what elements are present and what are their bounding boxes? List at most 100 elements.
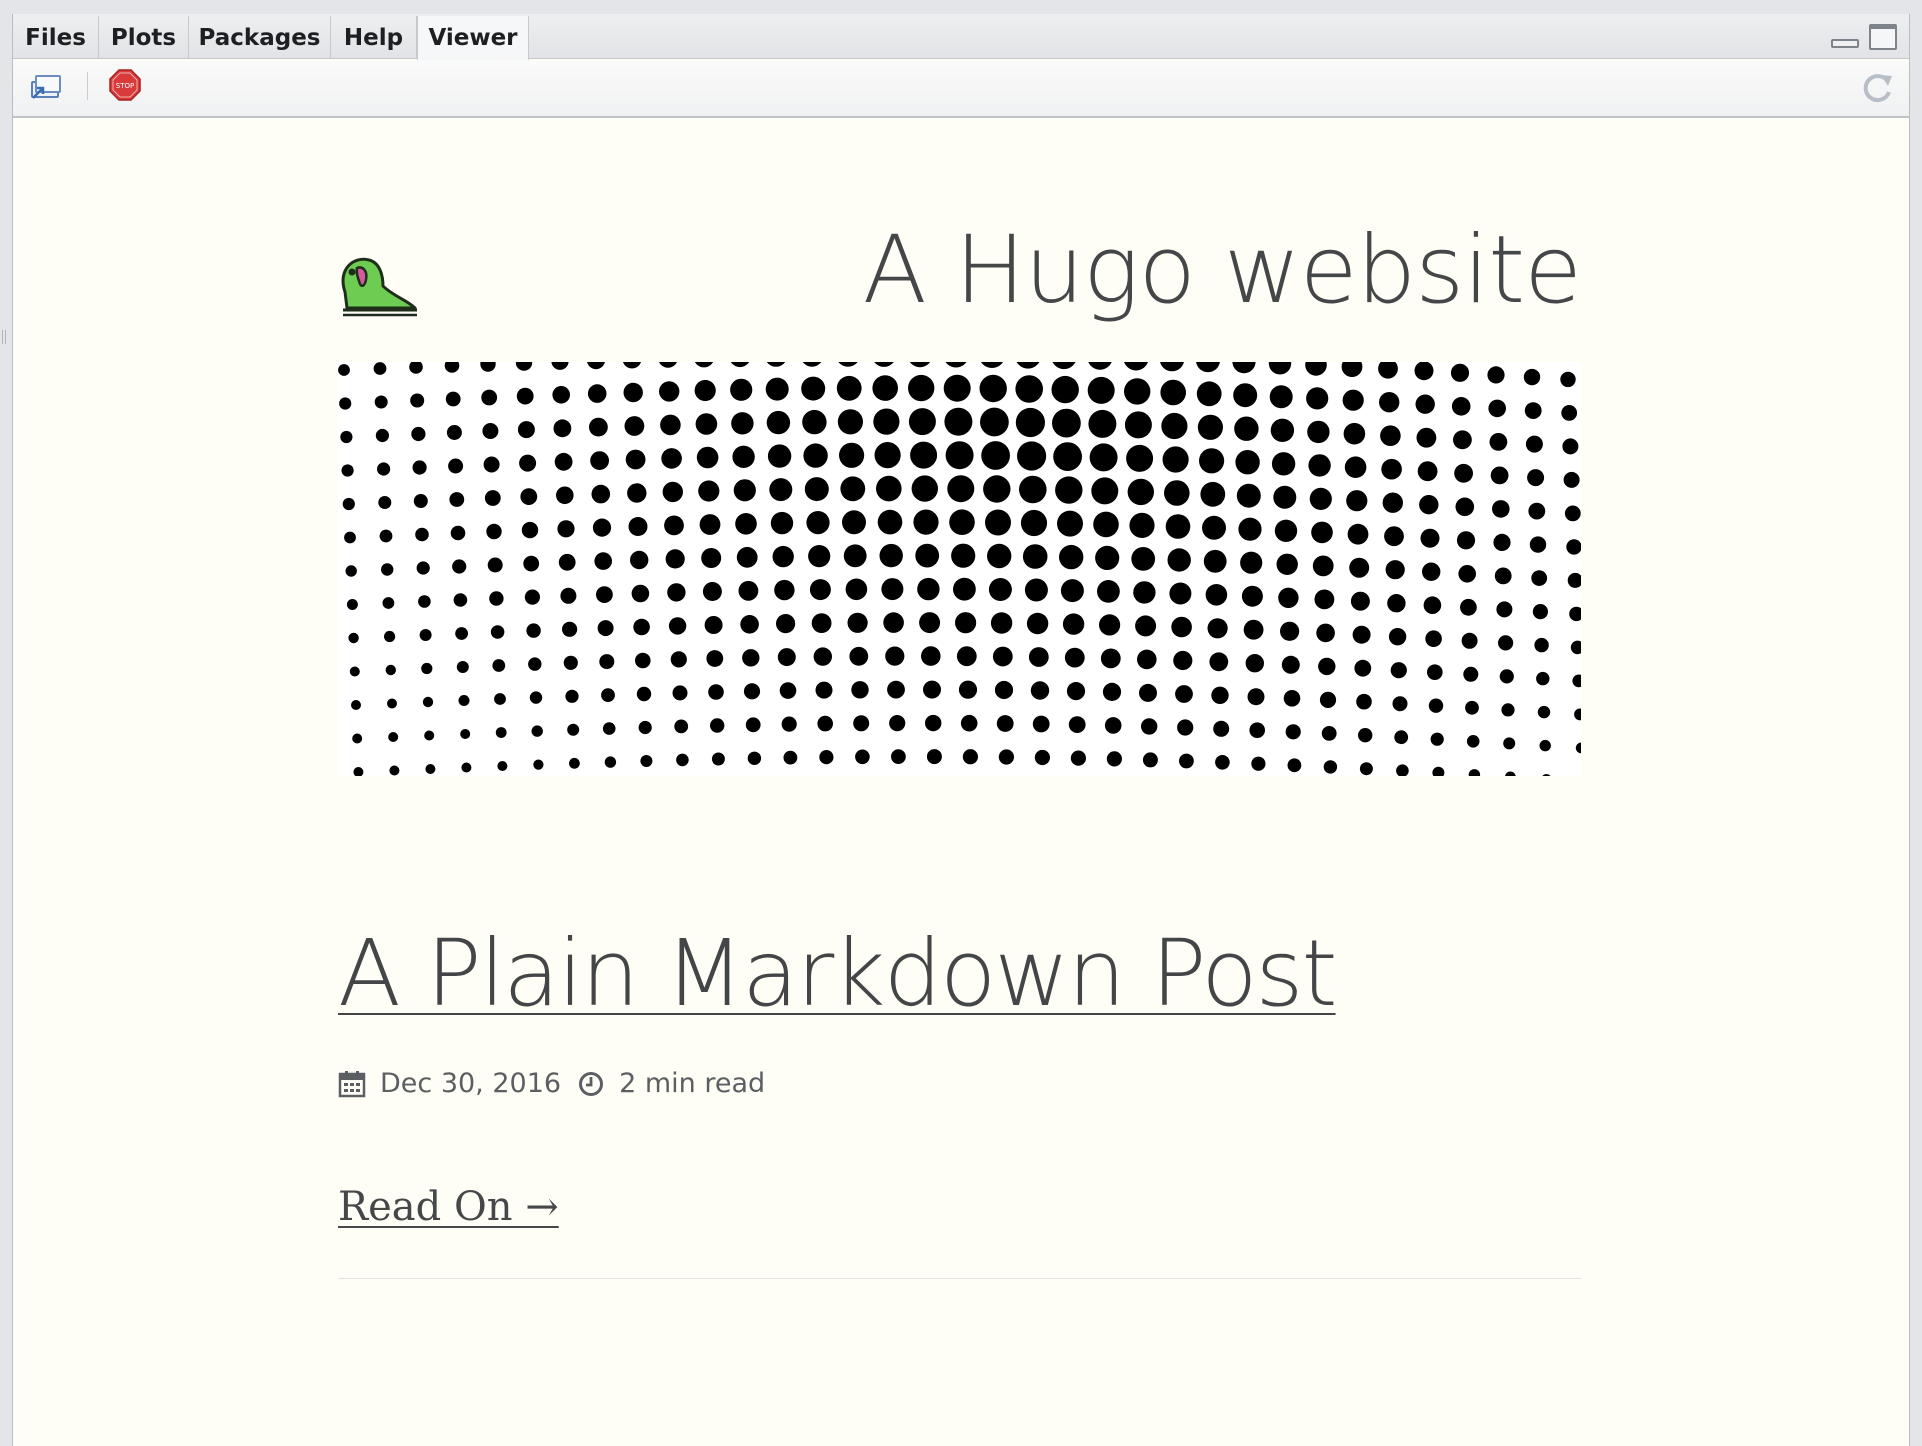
- halftone-dot: [597, 620, 614, 637]
- halftone-dot: [1422, 562, 1441, 581]
- halftone-dot: [988, 578, 1012, 601]
- halftone-dot: [1560, 371, 1576, 388]
- viewer-pane: Files Plots Packages Help Viewer STOP A …: [12, 14, 1910, 1446]
- halftone-dot: [998, 749, 1015, 765]
- halftone-dot: [1342, 389, 1364, 411]
- halftone-dot: [1129, 512, 1155, 538]
- halftone-dot: [529, 691, 543, 704]
- halftone-dot: [1496, 601, 1513, 618]
- minimize-pane-button[interactable]: [1831, 39, 1859, 48]
- halftone-dot: [558, 553, 576, 571]
- halftone-dot: [1569, 606, 1581, 622]
- halftone-dot: [449, 492, 465, 507]
- halftone-dot: [422, 696, 434, 708]
- halftone-dot: [1287, 758, 1302, 773]
- halftone-dot: [1015, 375, 1043, 403]
- halftone-dot: [944, 407, 973, 436]
- halftone-dot: [955, 612, 977, 634]
- halftone-dot: [838, 362, 858, 367]
- halftone-dot: [338, 364, 350, 376]
- halftone-dot: [747, 751, 762, 765]
- halftone-dot: [840, 476, 866, 502]
- halftone-dot: [801, 376, 826, 401]
- halftone-dot: [1202, 515, 1226, 540]
- tab-files[interactable]: Files: [13, 16, 99, 59]
- halftone-dot: [951, 543, 976, 568]
- halftone-dot: [921, 646, 941, 666]
- halftone-dot: [659, 381, 680, 402]
- halftone-dot: [419, 629, 432, 641]
- tab-viewer[interactable]: Viewer: [417, 16, 529, 60]
- halftone-dot: [1416, 427, 1437, 448]
- read-on-link[interactable]: Read On →: [338, 1184, 559, 1230]
- halftone-dot: [489, 591, 504, 606]
- halftone-dot: [1268, 362, 1292, 375]
- halftone-dot: [983, 475, 1011, 503]
- maximize-pane-button[interactable]: [1869, 24, 1897, 50]
- halftone-dot: [736, 546, 758, 568]
- halftone-dot: [851, 681, 869, 699]
- tab-plots[interactable]: Plots: [99, 16, 189, 59]
- halftone-dot: [1200, 481, 1226, 507]
- post-divider: [338, 1278, 1581, 1279]
- halftone-dot: [379, 529, 393, 543]
- halftone-dot: [640, 755, 653, 767]
- halftone-dot: [909, 362, 931, 368]
- pane-resize-grip[interactable]: [2, 330, 6, 344]
- halftone-dot: [1126, 444, 1154, 472]
- halftone-dot: [1215, 755, 1230, 770]
- halftone-dot: [587, 362, 605, 370]
- halftone-dot: [1243, 619, 1264, 640]
- halftone-dot: [587, 384, 607, 403]
- tab-packages[interactable]: Packages: [189, 16, 331, 59]
- refresh-icon[interactable]: [1861, 70, 1895, 104]
- halftone-dot: [733, 479, 756, 502]
- halftone-dot: [1499, 669, 1514, 684]
- halftone-dot: [674, 719, 689, 734]
- halftone-dot: [1385, 560, 1405, 580]
- halftone-dot: [1316, 623, 1335, 643]
- halftone-dot: [1135, 615, 1157, 637]
- halftone-dot: [1052, 408, 1081, 438]
- halftone-dot: [1427, 664, 1443, 680]
- halftone-dot: [481, 389, 498, 406]
- halftone-dot: [1234, 416, 1259, 441]
- halftone-dot: [695, 413, 718, 435]
- halftone-dot: [591, 484, 611, 504]
- halftone-dot: [1380, 425, 1401, 446]
- halftone-dot: [624, 416, 645, 436]
- post-title-link[interactable]: A Plain Markdown Post: [338, 928, 1338, 1020]
- halftone-dot: [1211, 686, 1229, 704]
- halftone-dot: [521, 521, 539, 539]
- export-to-browser-icon[interactable]: [29, 72, 63, 102]
- halftone-dot: [596, 586, 613, 603]
- halftone-dot: [1458, 565, 1476, 583]
- halftone-dot: [1209, 652, 1229, 672]
- halftone-dot: [456, 661, 469, 673]
- stop-icon[interactable]: STOP: [109, 69, 141, 101]
- halftone-dot: [1529, 536, 1547, 553]
- halftone-dot: [842, 510, 866, 535]
- halftone-dot: [1032, 715, 1050, 733]
- halftone-dot: [1091, 477, 1119, 505]
- halftone-dot: [589, 417, 608, 437]
- halftone-dot: [740, 615, 759, 634]
- halftone-dot: [1537, 705, 1551, 719]
- halftone-dot: [1384, 526, 1404, 547]
- halftone-dot: [1390, 662, 1407, 679]
- tab-help[interactable]: Help: [331, 16, 417, 59]
- halftone-dot: [340, 430, 353, 444]
- halftone-dot: [594, 552, 612, 570]
- halftone-dot: [1015, 407, 1045, 438]
- halftone-dot: [765, 377, 789, 401]
- halftone-dot: [1276, 553, 1298, 575]
- halftone-dot: [1099, 614, 1121, 636]
- halftone-dot: [633, 618, 650, 636]
- halftone-dot: [1532, 604, 1548, 620]
- parrot-logo-icon[interactable]: [337, 248, 419, 318]
- halftone-dot: [1131, 547, 1156, 571]
- halftone-dot: [445, 391, 461, 407]
- halftone-dot: [817, 715, 833, 732]
- halftone-dot: [699, 514, 721, 535]
- halftone-dot: [1241, 585, 1263, 607]
